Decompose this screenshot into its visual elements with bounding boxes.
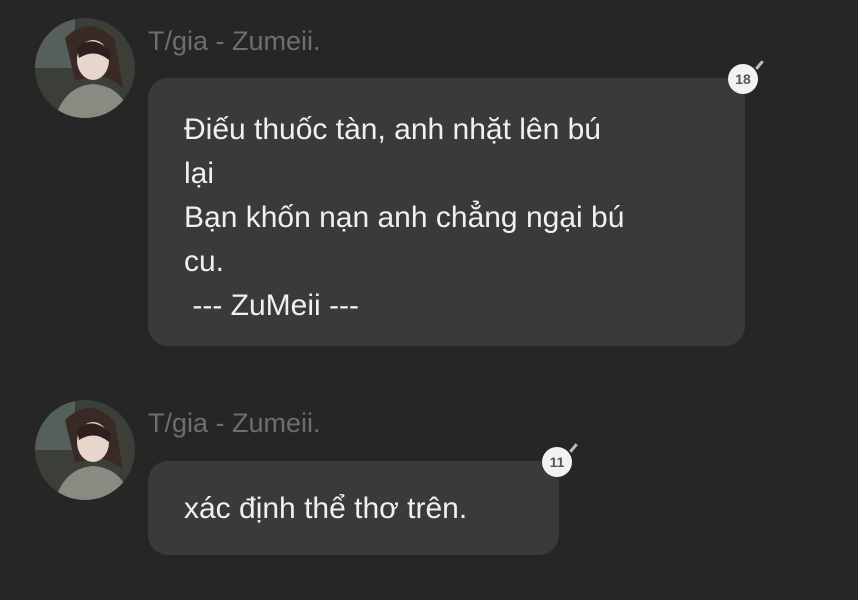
sender-name: T/gia - Zumeii. — [148, 26, 321, 56]
message-text-line: xác định thể thơ trên. — [184, 492, 468, 525]
message-text-line: Bạn khốn nạn anh chẳng ngại bú — [184, 201, 625, 234]
avatar[interactable] — [35, 18, 135, 118]
reaction-count-badge[interactable]: 11 — [542, 443, 578, 477]
chat-thread: T/gia - Zumeii. Điếu thuốc tàn, anh nhặt… — [0, 0, 858, 600]
message-text-line: lại — [184, 157, 215, 190]
avatar-photo — [35, 18, 135, 118]
reaction-count: 18 — [735, 71, 751, 87]
reaction-count-badge[interactable]: 18 — [728, 60, 764, 94]
pin-icon — [569, 443, 578, 453]
message-bubble[interactable]: Điếu thuốc tàn, anh nhặt lên bú lại Bạn … — [148, 78, 745, 346]
sender-name: T/gia - Zumeii. — [148, 408, 321, 438]
avatar-photo — [35, 400, 135, 500]
message-text-line: Điếu thuốc tàn, anh nhặt lên bú — [184, 113, 601, 146]
message-bubble[interactable]: xác định thể thơ trên. — [148, 461, 559, 555]
pin-icon — [755, 60, 764, 70]
avatar[interactable] — [35, 400, 135, 500]
message-text-line: --- ZuMeii --- — [184, 289, 359, 322]
message-text-line: cu. — [184, 245, 225, 278]
reaction-count: 11 — [549, 454, 565, 470]
